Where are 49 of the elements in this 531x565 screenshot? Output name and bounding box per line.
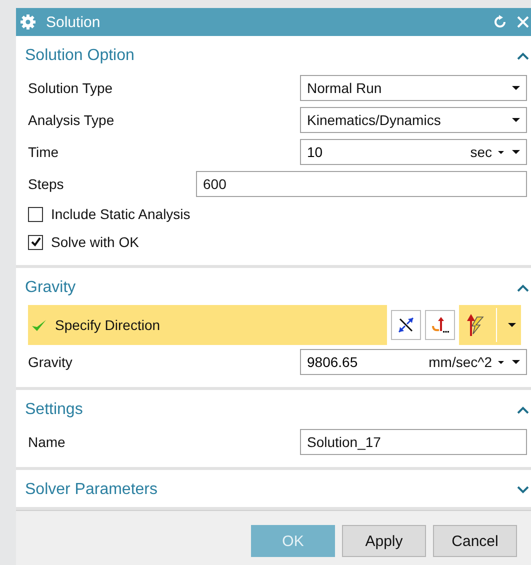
caret-icon (498, 150, 504, 154)
settings-icon (20, 14, 36, 30)
section-title: Solver Parameters (25, 481, 158, 499)
inferred-vector-dropdown[interactable] (459, 305, 521, 345)
field-label: Steps (28, 176, 65, 192)
section-title: Gravity (25, 279, 76, 297)
section-header[interactable]: Gravity (16, 268, 531, 305)
section-title: Settings (25, 401, 83, 419)
input-field[interactable]: 600 (196, 171, 527, 197)
section-title: Solution Option (25, 47, 134, 65)
window-title: Solution (46, 14, 100, 30)
field-label: Gravity (28, 354, 74, 370)
dialog-button[interactable]: Apply (342, 525, 426, 557)
tool-button[interactable] (425, 310, 455, 340)
unit-dropdown[interactable]: sec (470, 144, 504, 160)
field-label: Name (28, 434, 66, 450)
collapse-icon[interactable] (517, 52, 529, 60)
checkbox-label: Include Static Analysis (51, 206, 190, 222)
dialog-button[interactable]: Cancel (433, 525, 517, 557)
input-field[interactable]: Solution_17 (300, 429, 527, 455)
input-field[interactable]: 10 sec (300, 139, 527, 165)
section-header[interactable]: Solution Option (16, 36, 531, 73)
vector-dialog-icon (431, 316, 449, 334)
unit-dropdown[interactable]: mm/sec^2 (428, 354, 504, 370)
caret-icon (512, 86, 520, 90)
caret-icon (508, 323, 516, 327)
step-label: Specify Direction (55, 317, 160, 333)
section-header[interactable]: Settings (16, 390, 531, 427)
caret-icon (512, 118, 520, 122)
checkbox[interactable] (28, 206, 43, 222)
collapse-icon[interactable] (517, 406, 529, 414)
dropdown[interactable]: Kinematics/Dynamics (300, 107, 527, 133)
diagonal-arrows-icon (397, 316, 415, 334)
arrow-lightning-icon (464, 313, 484, 337)
collapse-icon[interactable] (517, 284, 529, 292)
field-label: Analysis Type (28, 112, 116, 128)
input-field[interactable]: 9806.65 mm/sec^2 (300, 349, 527, 375)
section-header[interactable]: Solver Parameters (16, 470, 531, 507)
field-label: Time (28, 144, 60, 160)
expand-icon[interactable] (517, 486, 529, 494)
field-label: Solution Type (28, 80, 114, 96)
tool-button[interactable] (391, 310, 421, 340)
close-icon[interactable] (517, 16, 529, 28)
dropdown[interactable]: Normal Run (300, 75, 527, 101)
checkbox[interactable] (28, 234, 43, 250)
reset-icon[interactable] (493, 15, 507, 29)
checkbox-label: Solve with OK (51, 234, 139, 250)
selection-step[interactable]: Specify Direction (28, 305, 387, 345)
caret-icon (498, 360, 504, 364)
